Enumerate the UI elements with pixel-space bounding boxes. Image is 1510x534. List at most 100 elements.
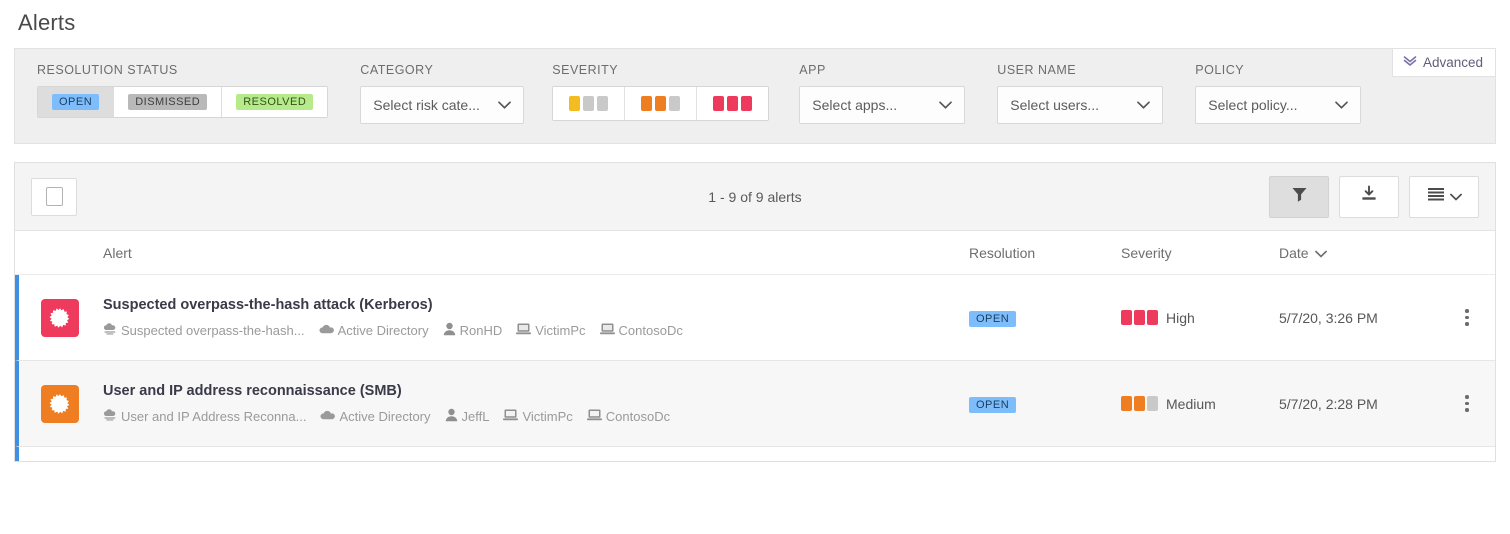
category-select[interactable]: Select risk cate...	[360, 86, 525, 124]
severity-option-medium[interactable]	[625, 87, 698, 120]
meta-app-label: Active Directory	[339, 408, 431, 424]
column-header-resolution[interactable]: Resolution	[969, 245, 1121, 261]
resolution-option-open[interactable]: OPEN	[38, 87, 115, 117]
filter-label-severity: SEVERITY	[552, 63, 619, 77]
policy-select[interactable]: Select policy...	[1195, 86, 1362, 124]
filter-label-policy: POLICY	[1195, 63, 1245, 77]
device-icon	[516, 322, 532, 338]
filter-group-category: CATEGORY Select risk cate...	[328, 63, 525, 124]
severity-bar-empty	[1147, 396, 1158, 411]
resolution-cell: OPEN	[969, 395, 1121, 413]
policy-icon	[103, 408, 117, 424]
meta-policy-label: Suspected overpass-the-hash...	[121, 322, 305, 338]
meta-app-label: Active Directory	[337, 322, 429, 338]
meta-user-label: RonHD	[459, 322, 503, 338]
severity-label: High	[1166, 309, 1195, 326]
policy-select-value: Select policy...	[1208, 97, 1298, 113]
alert-title[interactable]: User and IP address reconnaissance (SMB)	[103, 383, 969, 399]
filter-group-policy: POLICY Select policy...	[1163, 63, 1362, 124]
export-download-button[interactable]	[1339, 175, 1399, 218]
badge-dismissed: DISMISSED	[128, 94, 208, 110]
alert-cell: User and IP address reconnaissance (SMB)…	[79, 383, 969, 425]
severity-bar-empty	[597, 96, 609, 111]
meta-user[interactable]: RonHD	[443, 322, 503, 339]
alert-severity-icon	[41, 298, 79, 337]
user-icon	[445, 408, 458, 425]
user-name-select-value: Select users...	[1010, 97, 1099, 113]
severity-toggle-group	[552, 86, 770, 121]
resolution-option-dismissed[interactable]: DISMISSED	[114, 87, 223, 117]
date-cell: 5/7/20, 3:26 PM	[1279, 309, 1378, 326]
alert-title[interactable]: Suspected overpass-the-hash attack (Kerb…	[103, 297, 969, 313]
filter-label-app: APP	[799, 63, 826, 77]
severity-option-high[interactable]	[697, 87, 769, 120]
select-all-checkbox[interactable]	[31, 177, 77, 216]
checkbox-box-icon	[45, 187, 63, 206]
alert-meta-line: User and IP Address Reconna... Active Di…	[103, 408, 969, 425]
meta-device-label: VictimPc	[522, 408, 573, 424]
column-header-date[interactable]: Date	[1279, 245, 1439, 261]
chevron-down-icon	[1449, 188, 1462, 206]
column-header-date-label: Date	[1279, 244, 1309, 261]
filter-group-user-name: USER NAME Select users...	[965, 63, 1164, 124]
severity-bar-filled	[1134, 396, 1145, 411]
column-header-alert[interactable]: Alert	[15, 245, 969, 261]
meta-app[interactable]: Active Directory	[320, 408, 431, 424]
table-row[interactable]	[15, 447, 1495, 461]
meta-device-label: VictimPc	[535, 322, 586, 338]
starburst-icon	[49, 393, 70, 414]
severity-option-low[interactable]	[553, 87, 626, 120]
app-select[interactable]: Select apps...	[799, 86, 966, 124]
row-actions-menu-button[interactable]	[1459, 303, 1475, 332]
meta-device-label: ContosoDc	[605, 408, 671, 424]
user-name-select[interactable]: Select users...	[997, 86, 1164, 124]
column-header-severity[interactable]: Severity	[1121, 245, 1279, 261]
severity-cell: Medium	[1121, 396, 1279, 412]
user-icon	[443, 322, 456, 339]
row-actions-menu-button[interactable]	[1459, 389, 1475, 418]
meta-user[interactable]: JeffL	[445, 408, 490, 425]
meta-policy-label: User and IP Address Reconna...	[121, 408, 307, 424]
policy-icon	[103, 322, 117, 338]
chevron-down-icon	[1137, 101, 1151, 109]
severity-bar-filled	[1121, 310, 1132, 325]
meta-device[interactable]: VictimPc	[516, 322, 586, 338]
resolution-option-resolved[interactable]: RESOLVED	[222, 87, 328, 117]
severity-bars	[1121, 396, 1158, 411]
device-icon	[586, 408, 602, 424]
severity-bar-filled	[741, 96, 753, 111]
filter-group-severity: SEVERITY	[524, 63, 770, 121]
meta-app[interactable]: Active Directory	[319, 323, 429, 338]
date-cell: 5/7/20, 2:28 PM	[1279, 395, 1378, 412]
alerts-table-toolbar: 1 - 9 of 9 alerts	[15, 163, 1495, 231]
meta-device[interactable]: VictimPc	[503, 408, 573, 424]
resolution-cell: OPEN	[969, 309, 1121, 327]
alerts-table-card: 1 - 9 of 9 alerts Alert Resolution Sever…	[14, 162, 1496, 462]
table-row[interactable]: Suspected overpass-the-hash attack (Kerb…	[15, 275, 1495, 361]
cloud-icon	[319, 323, 334, 338]
app-select-value: Select apps...	[812, 97, 898, 113]
filter-toggle-button[interactable]	[1269, 175, 1329, 218]
table-row[interactable]: User and IP address reconnaissance (SMB)…	[15, 361, 1495, 447]
meta-device[interactable]: ContosoDc	[599, 322, 683, 338]
category-select-value: Select risk cate...	[373, 97, 480, 113]
meta-device[interactable]: ContosoDc	[586, 408, 671, 424]
alert-severity-icon	[41, 384, 79, 423]
advanced-filters-button[interactable]: Advanced	[1391, 48, 1496, 77]
severity-bar-filled	[655, 96, 667, 111]
meta-policy[interactable]: Suspected overpass-the-hash...	[103, 322, 305, 338]
badge-resolved: RESOLVED	[236, 94, 314, 110]
device-icon	[599, 322, 615, 338]
advanced-filters-label: Advanced	[1422, 55, 1483, 70]
alerts-table-column-headers: Alert Resolution Severity Date	[15, 231, 1495, 275]
double-chevron-down-icon	[1403, 55, 1417, 70]
alerts-table-rows: Suspected overpass-the-hash attack (Kerb…	[15, 275, 1495, 461]
table-action-buttons	[1269, 175, 1479, 218]
badge-open: OPEN	[52, 94, 100, 110]
filter-label-user-name: USER NAME	[997, 63, 1077, 77]
table-view-options-button[interactable]	[1409, 175, 1479, 218]
meta-policy[interactable]: User and IP Address Reconna...	[103, 408, 306, 424]
meta-user-label: JeffL	[461, 408, 490, 424]
alert-cell: Suspected overpass-the-hash attack (Kerb…	[79, 297, 969, 339]
filter-label-resolution-status: RESOLUTION STATUS	[37, 63, 178, 77]
